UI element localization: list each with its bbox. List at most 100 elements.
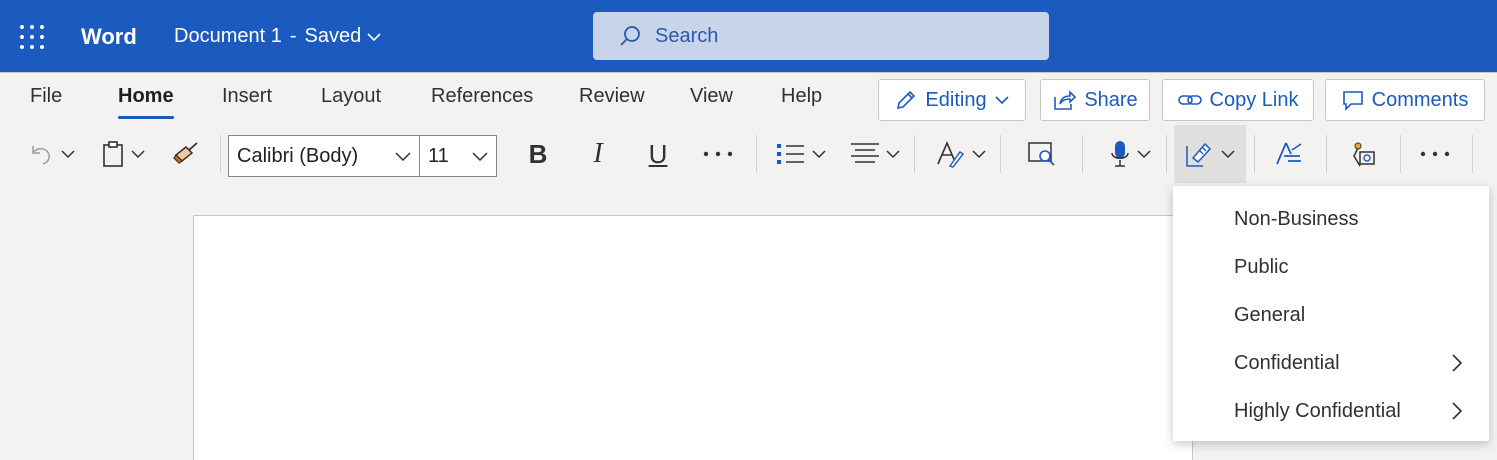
share-icon: [1054, 90, 1077, 110]
format-painter-button[interactable]: [166, 125, 206, 183]
comments-button[interactable]: Comments: [1325, 79, 1485, 121]
chevron-down-icon: [972, 150, 986, 159]
find-button[interactable]: [1020, 125, 1064, 183]
sensitivity-icon: [1186, 142, 1212, 167]
search-icon: [620, 26, 640, 46]
chevron-down-icon: [472, 152, 488, 161]
toolbar-separator: [1000, 135, 1001, 173]
styles-icon: [937, 140, 965, 168]
menu-item-confidential[interactable]: Confidential: [1173, 339, 1489, 387]
tab-help[interactable]: Help: [781, 85, 822, 108]
save-status: Saved: [304, 25, 362, 47]
more-horizontal-icon: [703, 151, 733, 157]
editor-button[interactable]: [1266, 125, 1312, 183]
share-button[interactable]: Share: [1040, 79, 1150, 121]
toolbar-separator: [1166, 135, 1167, 173]
bullets-icon: [777, 144, 804, 164]
toolbar-separator: [1082, 135, 1083, 173]
toolbar-separator: [1400, 135, 1401, 173]
sensitivity-button[interactable]: [1174, 125, 1246, 183]
chevron-down-icon: [61, 150, 75, 159]
designer-icon: [1353, 142, 1375, 167]
chevron-down-icon: [1221, 150, 1235, 159]
paste-icon: [103, 141, 123, 167]
tab-insert[interactable]: Insert: [222, 85, 272, 108]
menu-item-label: Non-Business: [1234, 207, 1359, 230]
menu-item-general[interactable]: General: [1173, 291, 1489, 339]
ribbon: File Home Insert Layout References Revie…: [0, 72, 1497, 186]
search-placeholder: Search: [655, 24, 719, 47]
underline-icon: U: [648, 138, 668, 169]
editing-mode-button[interactable]: Editing: [878, 79, 1026, 121]
dictate-button[interactable]: [1100, 125, 1160, 183]
title-separator: -: [289, 25, 297, 47]
bold-icon: B: [528, 138, 548, 169]
chevron-right-icon: [1452, 354, 1463, 372]
font-name-dropdown[interactable]: Calibri (Body): [228, 135, 420, 177]
pencil-icon: [897, 90, 916, 110]
tab-references[interactable]: References: [431, 85, 533, 108]
underline-button[interactable]: U: [638, 125, 678, 183]
app-launcher-icon[interactable]: [20, 25, 44, 49]
tab-view[interactable]: View: [690, 85, 733, 108]
bold-button[interactable]: B: [518, 125, 558, 183]
chevron-down-icon: [131, 150, 145, 159]
link-icon: [1177, 95, 1202, 105]
chevron-down-icon: [1137, 150, 1151, 159]
document-title-button[interactable]: Document 1 - Saved: [174, 25, 381, 48]
editing-label: Editing: [925, 88, 987, 111]
more-font-options-button[interactable]: [698, 125, 738, 183]
menu-item-label: Confidential: [1234, 351, 1340, 374]
align-button[interactable]: [844, 125, 906, 183]
font-size-dropdown[interactable]: 11: [419, 135, 497, 177]
copy-link-label: Copy Link: [1209, 88, 1299, 111]
more-options-icon: [1420, 151, 1450, 157]
chevron-down-icon: [886, 150, 900, 159]
chevron-down-icon: [395, 152, 411, 161]
menu-item-highly-confidential[interactable]: Highly Confidential: [1173, 387, 1489, 435]
document-name: Document 1: [174, 25, 282, 47]
menu-item-label: General: [1234, 303, 1306, 326]
undo-button[interactable]: [22, 125, 80, 183]
toolbar-separator: [914, 135, 915, 173]
italic-button[interactable]: I: [578, 125, 618, 183]
menu-item-label: Public: [1234, 255, 1289, 278]
bullets-button[interactable]: [770, 125, 832, 183]
copy-link-button[interactable]: Copy Link: [1162, 79, 1314, 121]
share-label: Share: [1084, 88, 1138, 111]
search-box[interactable]: Search: [593, 12, 1049, 60]
sensitivity-menu: Non-Business Public General Confidential…: [1173, 186, 1489, 441]
styles-button[interactable]: [930, 125, 992, 183]
document-page[interactable]: [193, 215, 1193, 460]
find-icon: [1028, 142, 1055, 166]
menu-item-public[interactable]: Public: [1173, 243, 1489, 291]
paste-button[interactable]: [96, 125, 150, 183]
tab-layout[interactable]: Layout: [321, 85, 381, 108]
comments-label: Comments: [1371, 88, 1469, 111]
menu-item-non-business[interactable]: Non-Business: [1173, 195, 1489, 243]
app-name[interactable]: Word: [81, 24, 137, 50]
tab-file[interactable]: File: [30, 85, 62, 108]
microphone-icon: [1111, 141, 1129, 167]
toolbar-separator: [756, 135, 757, 173]
chevron-right-icon: [1452, 402, 1463, 420]
chevron-down-icon: [812, 150, 826, 159]
designer-button[interactable]: [1340, 125, 1386, 183]
toolbar-separator: [220, 135, 221, 173]
chevron-down-icon: [367, 32, 381, 41]
toolbar-separator: [1254, 135, 1255, 173]
title-bar: Word Document 1 - Saved Search: [0, 0, 1497, 72]
toolbar-separator: [1472, 135, 1473, 173]
tab-home[interactable]: Home: [118, 85, 174, 119]
chevron-down-icon: [995, 96, 1009, 105]
more-options-button[interactable]: [1414, 125, 1456, 183]
undo-icon: [32, 146, 50, 165]
editor-icon: [1276, 142, 1302, 165]
comment-icon: [1342, 91, 1363, 111]
font-size-value: 11: [428, 144, 449, 167]
font-name-value: Calibri (Body): [237, 144, 359, 167]
tab-review[interactable]: Review: [579, 85, 645, 108]
align-icon: [851, 143, 879, 163]
format-painter-icon: [173, 142, 198, 164]
toolbar-separator: [1326, 135, 1327, 173]
